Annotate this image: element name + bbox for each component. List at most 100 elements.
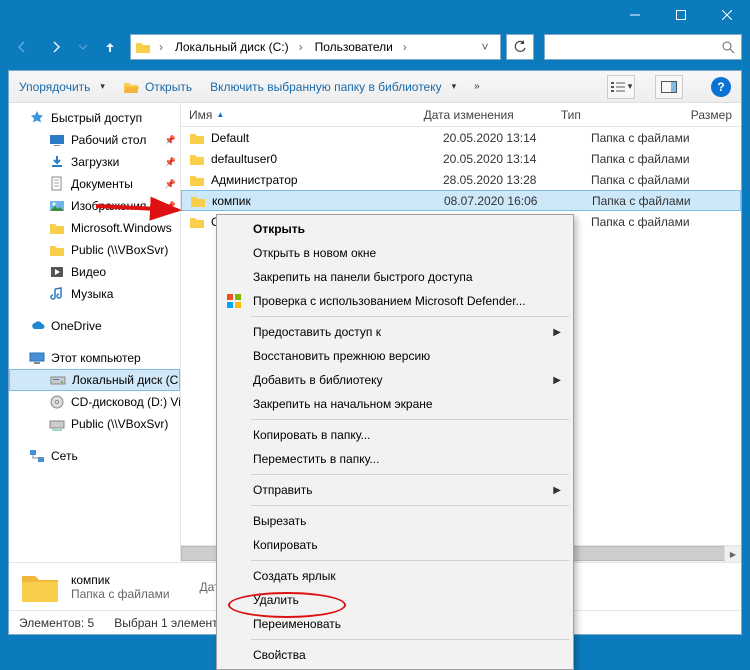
sidebar-item-mswindows[interactable]: Microsoft.Windows [9,217,180,239]
column-header-name[interactable]: Имя▲ [181,108,416,122]
file-type: Папка с файлами [583,215,723,229]
sidebar-item-this-pc[interactable]: Этот компьютер [9,347,180,369]
address-dropdown[interactable]: ˅ [474,35,496,59]
breadcrumb-label: Пользователи [315,40,393,54]
breadcrumb[interactable]: Пользователи› [311,35,411,59]
file-row[interactable]: компик 08.07.2020 16:06 Папка с файлами [181,190,741,211]
minimize-button[interactable] [612,0,658,30]
command-bar: Упорядочить Открыть Включить выбранную п… [9,71,741,103]
help-button[interactable]: ? [711,77,731,97]
folder-icon [189,214,205,230]
view-mode-button[interactable]: ▾ [607,75,635,99]
sidebar-item-pictures[interactable]: Изображения📌 [9,195,180,217]
column-headers: Имя▲ Дата изменения Тип Размер [181,103,741,127]
documents-icon [49,176,65,192]
search-box[interactable] [544,34,742,60]
ctx-send-to[interactable]: Отправить▶ [219,478,571,502]
history-dropdown[interactable] [76,33,90,61]
ctx-rename[interactable]: Переименовать [219,612,571,636]
address-bar[interactable]: › Локальный диск (C:)› Пользователи› ˅ [130,34,501,60]
sidebar-item-documents[interactable]: Документы📌 [9,173,180,195]
organize-menu[interactable]: Упорядочить [19,80,105,94]
ctx-open[interactable]: Открыть [219,217,571,241]
pin-icon: 📌 [165,157,176,168]
file-date: 08.07.2020 16:06 [436,194,584,208]
include-library-menu[interactable]: Включить выбранную папку в библиотеку [210,80,456,94]
file-row[interactable]: defaultuser0 20.05.2020 13:14 Папка с фа… [181,148,741,169]
overflow-chevron[interactable]: » [474,81,480,92]
file-row[interactable]: Default 20.05.2020 13:14 Папка с файлами [181,127,741,148]
sidebar-item-quick-access[interactable]: Быстрый доступ [9,107,180,129]
file-name: компик [212,194,251,208]
ctx-create-shortcut[interactable]: Создать ярлык [219,564,571,588]
maximize-button[interactable] [658,0,704,30]
network-icon [29,448,45,464]
sidebar-item-public-share[interactable]: Public (\\VBoxSvr) [9,239,180,261]
ctx-restore-previous[interactable]: Восстановить прежнюю версию [219,344,571,368]
ctx-add-library[interactable]: Добавить в библиотеку▶ [219,368,571,392]
sidebar-item-desktop[interactable]: Рабочий стол📌 [9,129,180,151]
ctx-open-new-window[interactable]: Открыть в новом окне [219,241,571,265]
submenu-arrow-icon: ▶ [553,485,561,496]
up-button[interactable] [96,33,124,61]
ctx-give-access[interactable]: Предоставить доступ к▶ [219,320,571,344]
search-icon [721,40,735,54]
ctx-pin-quick-access[interactable]: Закрепить на панели быстрого доступа [219,265,571,289]
ctx-delete[interactable]: Удалить [219,588,571,612]
folder-icon [189,172,205,188]
column-header-date[interactable]: Дата изменения [416,108,553,122]
pictures-icon [49,198,65,214]
star-icon [29,110,45,126]
sidebar-item-cd-drive[interactable]: CD-дисковод (D:) Vi [9,391,180,413]
navigation-pane: Быстрый доступ Рабочий стол📌 Загрузки📌 Д… [9,103,181,562]
sidebar-item-onedrive[interactable]: OneDrive [9,315,180,337]
sidebar-item-local-disk[interactable]: Локальный диск (C:) [9,369,180,391]
folder-icon [19,566,61,608]
preview-pane-button[interactable] [655,75,683,99]
breadcrumb-label: Локальный диск (C:) [175,40,289,54]
folder-icon [189,151,205,167]
ctx-defender-scan[interactable]: Проверка с использованием Microsoft Defe… [219,289,571,313]
file-date: 20.05.2020 13:14 [435,131,583,145]
sidebar-item-music[interactable]: Музыка [9,283,180,305]
open-button[interactable]: Открыть [123,79,192,95]
downloads-icon [49,154,65,170]
pin-icon: 📌 [165,135,176,146]
back-button[interactable] [8,33,36,61]
sidebar-item-public-net[interactable]: Public (\\VBoxSvr) [9,413,180,435]
submenu-arrow-icon: ▶ [553,375,561,386]
breadcrumb[interactable]: › [155,35,167,59]
file-type: Папка с файлами [583,152,723,166]
music-icon [49,286,65,302]
ctx-copy[interactable]: Копировать [219,533,571,557]
ctx-pin-start[interactable]: Закрепить на начальном экране [219,392,571,416]
sidebar-item-downloads[interactable]: Загрузки📌 [9,151,180,173]
file-name: defaultuser0 [211,152,277,166]
sidebar-item-videos[interactable]: Видео [9,261,180,283]
ctx-properties[interactable]: Свойства [219,643,571,667]
file-row[interactable]: Администратор 28.05.2020 13:28 Папка с ф… [181,169,741,190]
context-menu: Открыть Открыть в новом окне Закрепить н… [216,214,574,670]
file-name: Администратор [211,173,298,187]
explorer-window: › Локальный диск (C:)› Пользователи› ˅ У… [0,0,750,643]
column-header-type[interactable]: Тип [553,108,683,122]
forward-button[interactable] [42,33,70,61]
details-title: компик [71,573,170,587]
title-bar [0,0,750,30]
scroll-right-button[interactable]: ▶ [724,546,741,562]
close-button[interactable] [704,0,750,30]
desktop-icon [49,132,65,148]
column-header-size[interactable]: Размер [683,108,741,122]
ctx-copy-to-folder[interactable]: Копировать в папку... [219,423,571,447]
ctx-cut[interactable]: Вырезать [219,509,571,533]
status-item-count: Элементов: 5 [19,616,94,630]
folder-icon [135,39,151,55]
breadcrumb[interactable]: Локальный диск (C:)› [171,35,307,59]
file-type: Папка с файлами [584,194,724,208]
sidebar-item-network[interactable]: Сеть [9,445,180,467]
details-subtitle: Папка с файлами [71,587,170,601]
pin-icon: 📌 [165,179,176,190]
refresh-button[interactable] [506,34,534,60]
ctx-move-to-folder[interactable]: Переместить в папку... [219,447,571,471]
disk-icon [50,372,66,388]
